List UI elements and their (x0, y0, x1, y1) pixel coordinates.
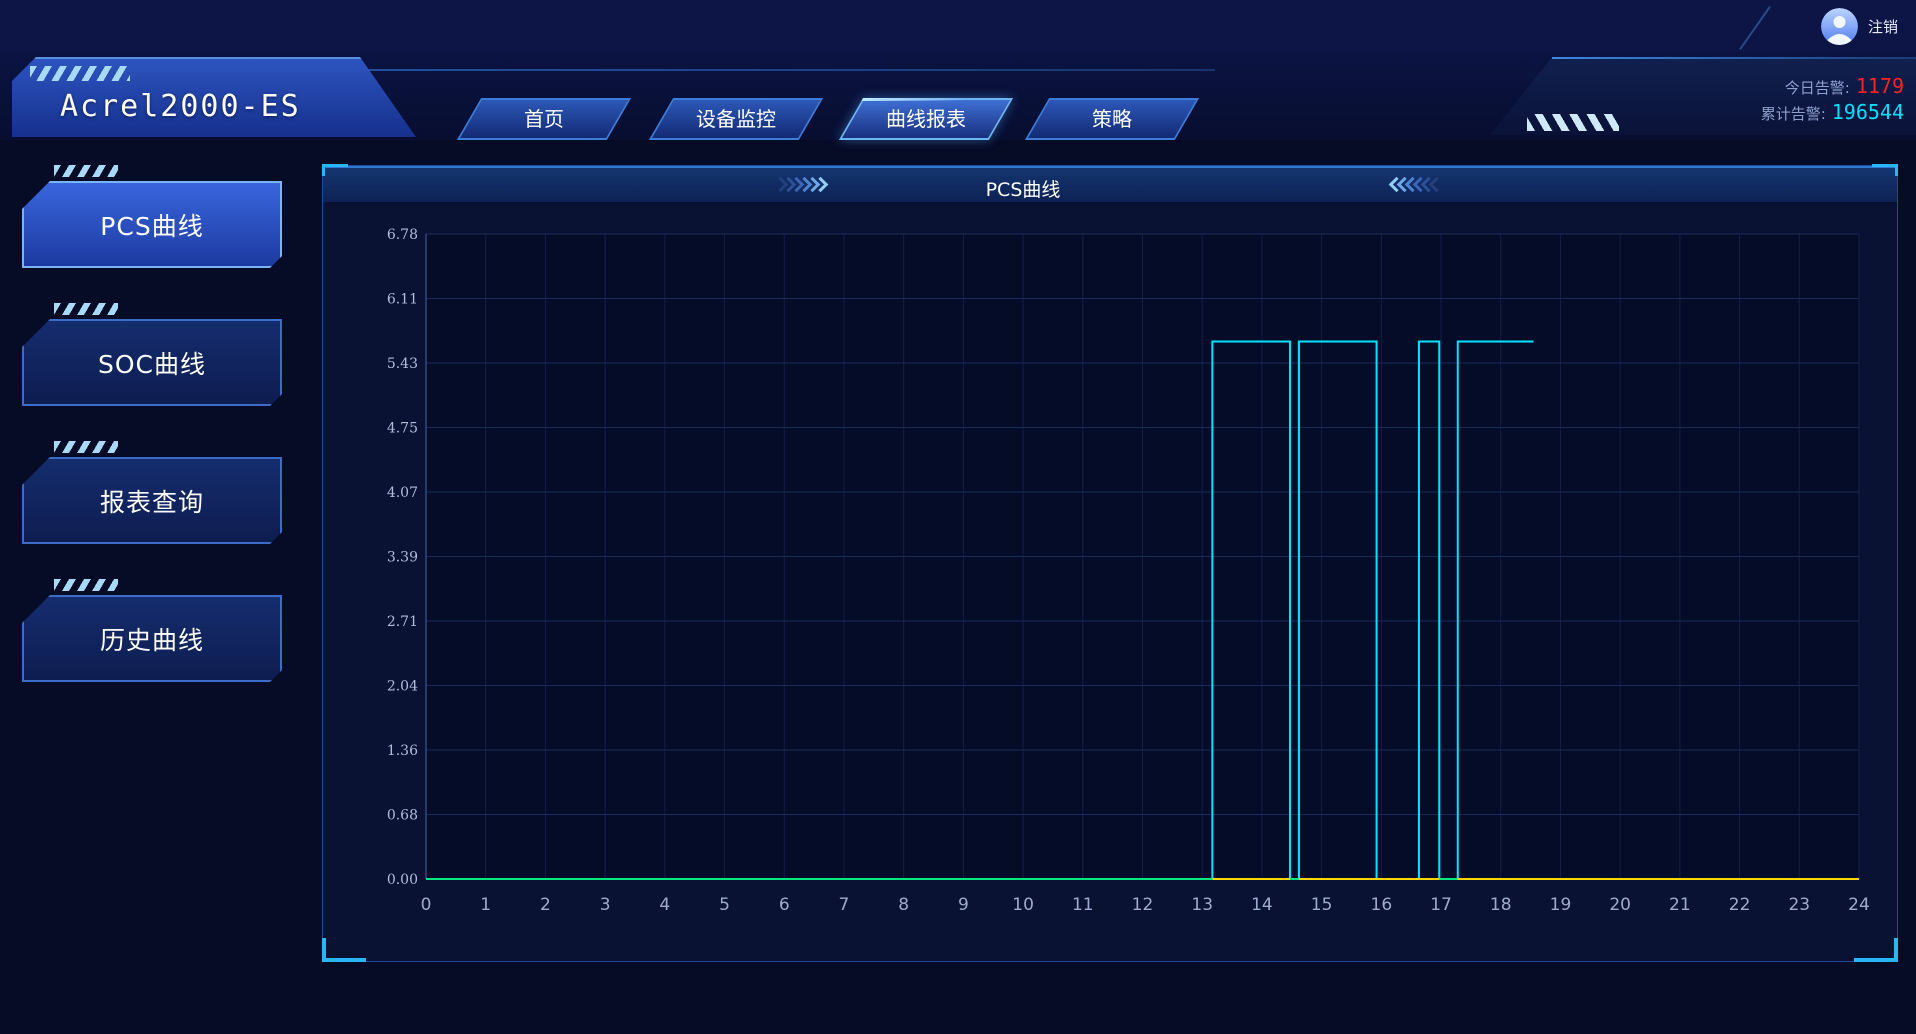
tab-device-monitor[interactable]: 设备监控 (649, 98, 823, 140)
chevrons-left-icon (1391, 179, 1439, 195)
svg-text:20: 20 (1609, 895, 1631, 915)
today-alarm-row: 今日告警: 1179 (1761, 73, 1904, 99)
total-alarm-value: 196544 (1832, 100, 1904, 124)
header: Acrel2000-ES 首页 设备监控 曲线报表 策略 今日告警: 1179 累… (0, 52, 1916, 140)
svg-text:15: 15 (1311, 895, 1333, 915)
total-alarm-label: 累计告警: (1761, 105, 1826, 123)
chart-panel: PCS曲线 0123456789101112131415161718192021… (322, 165, 1898, 962)
panel-title-bar: PCS曲线 (323, 166, 1897, 202)
svg-text:2: 2 (540, 895, 551, 915)
sidebar-item-history-curve[interactable]: 历史曲线 (22, 595, 282, 682)
svg-text:23: 23 (1788, 895, 1810, 915)
chart-title: PCS曲线 (923, 175, 1123, 202)
svg-text:24: 24 (1848, 895, 1870, 915)
svg-text:11: 11 (1072, 895, 1094, 915)
svg-text:6: 6 (779, 895, 790, 915)
svg-text:4.75: 4.75 (387, 421, 418, 437)
today-alarm-label: 今日告警: (1785, 79, 1850, 97)
svg-text:7: 7 (839, 895, 850, 915)
chevrons-right-icon (775, 179, 823, 195)
corner-bracket-top-right-icon (1872, 164, 1898, 176)
sidebar-item-pcs-curve[interactable]: PCS曲线 (22, 181, 282, 268)
corner-bracket-bottom-right-icon (1854, 938, 1898, 962)
pcs-curve-chart: 0123456789101112131415161718192021222324… (323, 202, 1897, 961)
svg-text:1: 1 (480, 895, 491, 915)
svg-text:2.04: 2.04 (387, 679, 418, 695)
hash-marks-icon (54, 165, 118, 177)
user-area: 注销 (1821, 4, 1898, 48)
svg-text:14: 14 (1251, 895, 1273, 915)
tab-curve-report[interactable]: 曲线报表 (839, 98, 1013, 140)
svg-text:0: 0 (421, 895, 432, 915)
svg-text:0.68: 0.68 (387, 808, 418, 824)
user-avatar-icon[interactable] (1821, 8, 1858, 45)
tab-strategy[interactable]: 策略 (1025, 98, 1199, 140)
corner-bracket-top-left-icon (322, 164, 348, 176)
logout-button[interactable]: 注销 (1868, 16, 1898, 37)
svg-text:0.00: 0.00 (387, 872, 418, 888)
svg-text:4: 4 (659, 895, 670, 915)
svg-text:19: 19 (1550, 895, 1572, 915)
svg-text:1.36: 1.36 (387, 743, 418, 759)
today-alarm-value: 1179 (1856, 74, 1904, 98)
topbar: 注销 (0, 0, 1916, 52)
svg-text:18: 18 (1490, 895, 1512, 915)
svg-text:13: 13 (1191, 895, 1213, 915)
svg-text:22: 22 (1729, 895, 1751, 915)
topbar-diagonal-accent (1739, 6, 1770, 50)
svg-text:5.43: 5.43 (387, 356, 418, 372)
svg-text:17: 17 (1430, 895, 1452, 915)
hash-marks-icon (30, 66, 130, 81)
hash-marks-icon (54, 579, 118, 591)
svg-text:12: 12 (1132, 895, 1154, 915)
svg-text:6.11: 6.11 (387, 292, 418, 308)
svg-text:3.39: 3.39 (387, 550, 418, 566)
svg-text:9: 9 (958, 895, 969, 915)
tab-home[interactable]: 首页 (457, 98, 631, 140)
total-alarm-row: 累计告警: 196544 (1761, 99, 1904, 125)
hash-marks-icon (1527, 114, 1619, 131)
brand-plate: Acrel2000-ES (12, 57, 416, 137)
svg-text:2.71: 2.71 (387, 614, 418, 630)
hash-marks-icon (54, 303, 118, 315)
svg-text:4.07: 4.07 (387, 485, 418, 501)
hash-marks-icon (54, 441, 118, 453)
svg-text:3: 3 (600, 895, 611, 915)
svg-text:5: 5 (719, 895, 730, 915)
svg-text:21: 21 (1669, 895, 1691, 915)
svg-text:10: 10 (1012, 895, 1034, 915)
alarm-summary: 今日告警: 1179 累计告警: 196544 (1761, 73, 1904, 125)
svg-text:16: 16 (1371, 895, 1393, 915)
sidebar-item-soc-curve[interactable]: SOC曲线 (22, 319, 282, 406)
svg-text:8: 8 (898, 895, 909, 915)
header-accent-line (300, 69, 1215, 71)
brand-logo: Acrel2000-ES (60, 89, 301, 124)
corner-bracket-bottom-left-icon (322, 938, 366, 962)
svg-text:6.78: 6.78 (387, 227, 418, 243)
sidebar-item-report-query[interactable]: 报表查询 (22, 457, 282, 544)
